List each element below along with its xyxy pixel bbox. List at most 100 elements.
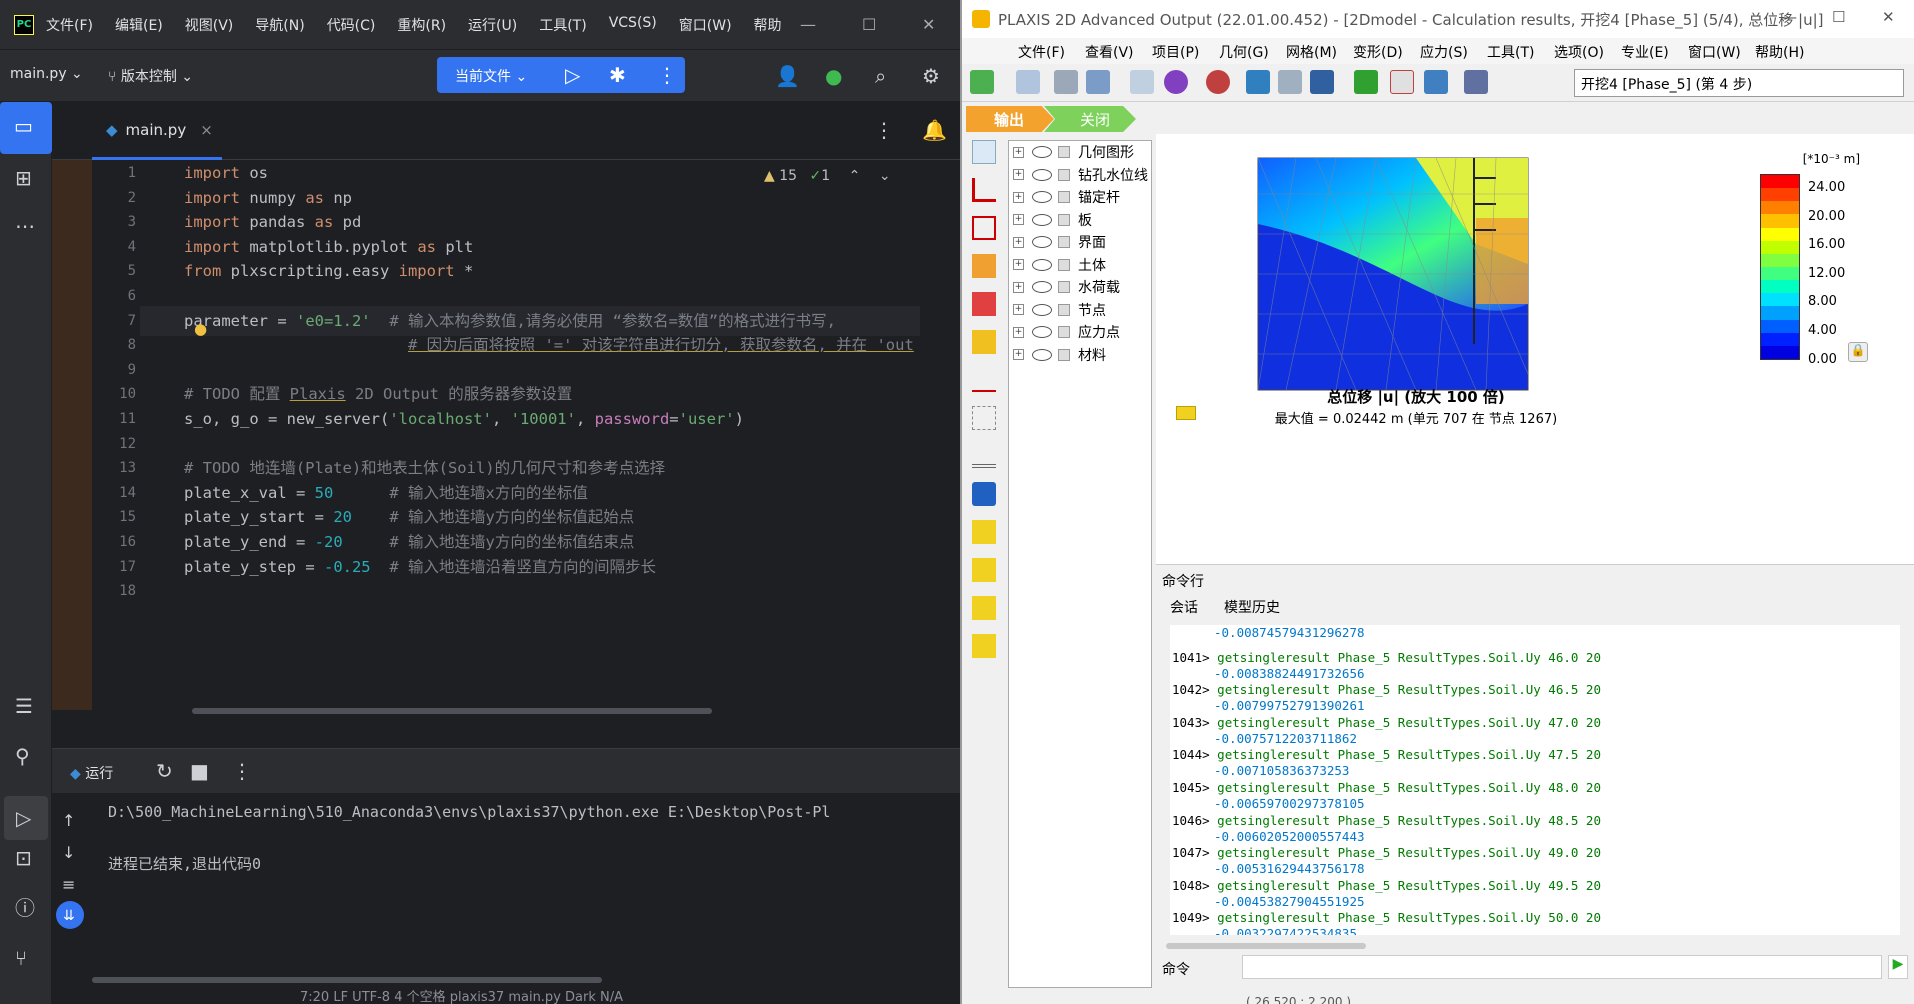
menu-item[interactable]: VCS(S): [609, 15, 657, 35]
zoom-out-icon[interactable]: [1278, 70, 1302, 94]
lock-icon[interactable]: 🔒: [1848, 342, 1868, 362]
search-icon[interactable]: ⌕: [875, 66, 886, 86]
menu-item[interactable]: 工具(T): [539, 15, 586, 35]
visibility-icon[interactable]: [1032, 236, 1052, 248]
plx-menu-item[interactable]: 窗口(W): [1688, 42, 1741, 62]
tree-item[interactable]: + 钻孔水位线: [1013, 164, 1148, 186]
chart-icon[interactable]: [1130, 70, 1154, 94]
ai-assistant-icon[interactable]: ●: [825, 66, 842, 86]
tree-item[interactable]: + 几何图形: [1013, 141, 1134, 163]
plx-tool-icon[interactable]: [970, 70, 994, 94]
project-folder-icon[interactable]: ▭: [0, 102, 52, 154]
intention-bulb-icon[interactable]: ●: [194, 320, 207, 338]
scroll-down-icon[interactable]: ↓: [62, 843, 75, 863]
tree-checkbox[interactable]: [1058, 326, 1070, 338]
annotation-icon[interactable]: [972, 558, 996, 582]
tab-main-py[interactable]: ◆ main.py ×: [92, 102, 222, 160]
tree-checkbox[interactable]: [1058, 258, 1070, 271]
zoom-in-icon[interactable]: [1246, 70, 1270, 94]
tab-session[interactable]: 会话: [1170, 597, 1198, 617]
visibility-icon[interactable]: [1032, 303, 1052, 316]
tree-item[interactable]: + 锚定杆: [1013, 186, 1120, 208]
visibility-icon[interactable]: [1032, 348, 1052, 361]
menu-item[interactable]: 视图(V): [185, 15, 234, 35]
note-icon[interactable]: [972, 596, 996, 620]
expand-icon[interactable]: +: [1013, 349, 1024, 360]
inspection-widget[interactable]: ▲ 15 ✓1 ⌃ ⌄: [764, 168, 891, 184]
text-icon[interactable]: [972, 520, 996, 544]
console-scrollbar[interactable]: [92, 977, 602, 983]
edit-icon[interactable]: [972, 634, 996, 658]
expand-icon[interactable]: +: [1013, 304, 1024, 315]
code-line[interactable]: from plxscripting.easy import *: [184, 256, 473, 286]
problems-icon[interactable]: ⓘ: [15, 898, 35, 918]
plx-menu-item[interactable]: 专业(E): [1621, 42, 1669, 62]
log-scrollbar[interactable]: [1166, 943, 1366, 949]
menu-item[interactable]: 文件(F): [46, 15, 93, 35]
ruler-icon[interactable]: [972, 444, 996, 468]
visibility-icon[interactable]: [1032, 281, 1052, 293]
plx-close-icon[interactable]: ✕: [1882, 8, 1895, 26]
distance-icon[interactable]: [972, 368, 996, 392]
view-icon[interactable]: [972, 292, 996, 316]
menu-item[interactable]: 编辑(E): [115, 15, 163, 35]
tree-checkbox[interactable]: [1058, 348, 1070, 361]
tree-checkbox[interactable]: [1058, 236, 1070, 248]
legend-icon[interactable]: [1464, 70, 1488, 94]
tab-close-icon[interactable]: ×: [200, 121, 213, 139]
execute-icon[interactable]: ▶: [1888, 955, 1908, 979]
prev-highlight-icon[interactable]: ⌃: [849, 168, 861, 184]
point-select-icon[interactable]: [972, 216, 996, 240]
area-select-icon[interactable]: [972, 254, 996, 278]
expand-icon[interactable]: +: [1013, 214, 1024, 225]
scale-icon[interactable]: [1390, 70, 1414, 94]
horizontal-scrollbar[interactable]: [192, 708, 712, 714]
expand-icon[interactable]: +: [1013, 236, 1024, 248]
expand-icon[interactable]: +: [1013, 191, 1024, 203]
code-line[interactable]: s_o, g_o = new_server('localhost', '1000…: [184, 404, 744, 434]
code-editor[interactable]: 1 import os 2 import numpy as np 3 import pan…: [52, 160, 920, 714]
scroll-up-icon[interactable]: ↑: [62, 811, 75, 831]
move-icon[interactable]: [1354, 70, 1378, 94]
menu-item[interactable]: 重构(R): [397, 15, 446, 35]
minimize-icon[interactable]: —: [800, 15, 816, 34]
select-icon[interactable]: [972, 140, 996, 164]
code-line[interactable]: # 因为后面将按照 '=' 对该字符串进行切分, 获取参数名, 并在 'out: [184, 330, 914, 360]
visibility-icon[interactable]: [1032, 258, 1052, 271]
run-tab[interactable]: ◆ 运行: [70, 763, 113, 783]
plx-menu-item[interactable]: 几何(G): [1219, 42, 1269, 62]
tree-item[interactable]: + 节点: [1013, 299, 1106, 321]
plx-menu-item[interactable]: 项目(P): [1152, 42, 1199, 62]
plot-viewport[interactable]: 总位移 |u| (放大 100 倍) 最大值 = 0.02442 m (单元 7…: [1156, 134, 1914, 564]
tree-checkbox[interactable]: [1058, 303, 1070, 316]
structure-icon[interactable]: ⊞: [15, 168, 32, 188]
table-icon[interactable]: [1206, 70, 1230, 94]
plx-minimize-icon[interactable]: —: [1782, 8, 1797, 26]
expand-icon[interactable]: +: [1013, 326, 1024, 338]
tab-output[interactable]: 输出: [966, 106, 1054, 132]
run-tool-icon[interactable]: ▷: [4, 796, 48, 840]
more-tools-icon[interactable]: ⋯: [15, 216, 35, 236]
step-selector[interactable]: 开挖4 [Phase_5] (第 4 步): [1574, 69, 1904, 97]
grid-icon[interactable]: [972, 406, 996, 430]
table-view-icon[interactable]: [1424, 70, 1448, 94]
python-console-icon[interactable]: ⚲: [15, 746, 30, 766]
cross-section-icon[interactable]: [972, 178, 996, 202]
debug-icon[interactable]: ✱: [609, 65, 626, 85]
code-line[interactable]: plate_y_step = -0.25 # 输入地连墙沿着竖直方向的间隔步长: [184, 552, 656, 582]
plx-menu-item[interactable]: 选项(O): [1554, 42, 1604, 62]
warning-marker-icon[interactable]: [1176, 406, 1196, 420]
tree-item[interactable]: + 板: [1013, 209, 1092, 231]
plx-menu-item[interactable]: 查看(V): [1085, 42, 1134, 62]
plx-menu-item[interactable]: 网格(M): [1286, 42, 1337, 62]
plx-menu-item[interactable]: 帮助(H): [1755, 42, 1804, 62]
close-icon[interactable]: ✕: [922, 15, 935, 34]
command-input[interactable]: [1242, 955, 1882, 979]
plx-maximize-icon[interactable]: ☐: [1832, 8, 1845, 26]
tree-item[interactable]: + 材料: [1013, 344, 1106, 366]
plx-menu-item[interactable]: 文件(F): [1018, 42, 1065, 62]
tree-item[interactable]: + 应力点: [1013, 321, 1120, 343]
tree-checkbox[interactable]: [1058, 168, 1070, 181]
terminal-icon[interactable]: ⊡: [15, 848, 32, 868]
next-highlight-icon[interactable]: ⌄: [879, 168, 891, 184]
